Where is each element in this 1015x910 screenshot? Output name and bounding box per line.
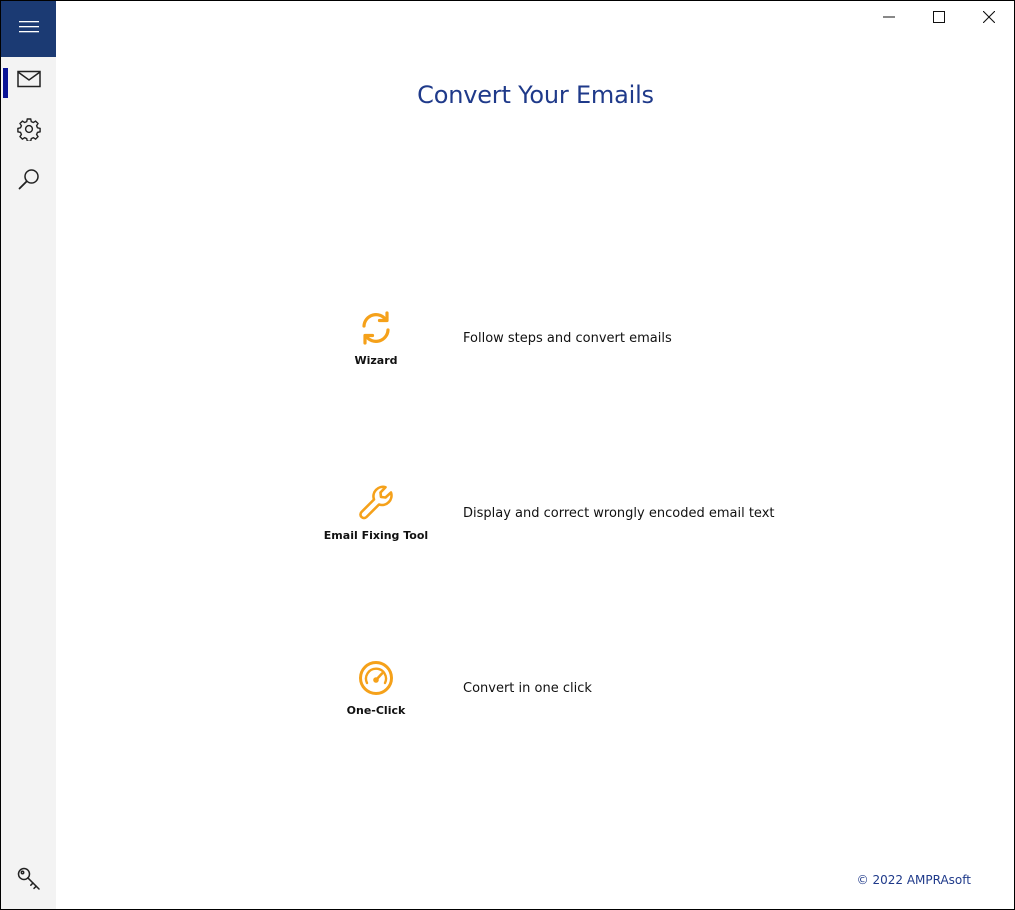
minimize-icon — [883, 10, 895, 28]
speedometer-icon — [357, 659, 395, 697]
gear-icon — [16, 117, 41, 146]
sidebar — [1, 1, 56, 909]
wizard-description: Follow steps and convert emails — [463, 331, 672, 346]
one-click-button[interactable]: One-Click — [321, 659, 431, 729]
close-button[interactable] — [964, 1, 1014, 37]
close-icon — [982, 10, 996, 28]
page-title: Convert Your Emails — [417, 81, 654, 109]
search-icon — [17, 167, 41, 196]
email-fixing-tool-label: Email Fixing Tool — [323, 529, 429, 542]
one-click-description: Convert in one click — [463, 681, 592, 696]
maximize-button[interactable] — [914, 1, 964, 37]
minimize-button[interactable] — [864, 1, 914, 37]
hamburger-icon — [18, 20, 39, 39]
sync-icon — [357, 309, 395, 347]
maximize-icon — [933, 10, 945, 28]
email-fixing-tool-button[interactable]: Email Fixing Tool — [321, 484, 431, 554]
hamburger-menu-button[interactable] — [1, 1, 56, 57]
key-icon — [16, 866, 42, 897]
sidebar-item-settings[interactable] — [1, 109, 56, 153]
wizard-label: Wizard — [354, 354, 398, 367]
one-click-label: One-Click — [346, 704, 406, 717]
copyright-text: © 2022 AMPRAsoft — [856, 873, 971, 887]
window-controls — [864, 1, 1014, 37]
mail-icon — [16, 70, 41, 93]
wizard-button[interactable]: Wizard — [321, 309, 431, 379]
sidebar-item-search[interactable] — [1, 159, 56, 203]
sidebar-item-license[interactable] — [1, 859, 56, 903]
wrench-icon — [357, 484, 395, 522]
app-window: Convert Your Emails Wizard Follow steps … — [0, 0, 1015, 910]
sidebar-item-convert[interactable] — [1, 59, 56, 103]
email-fixing-tool-description: Display and correct wrongly encoded emai… — [463, 506, 775, 521]
